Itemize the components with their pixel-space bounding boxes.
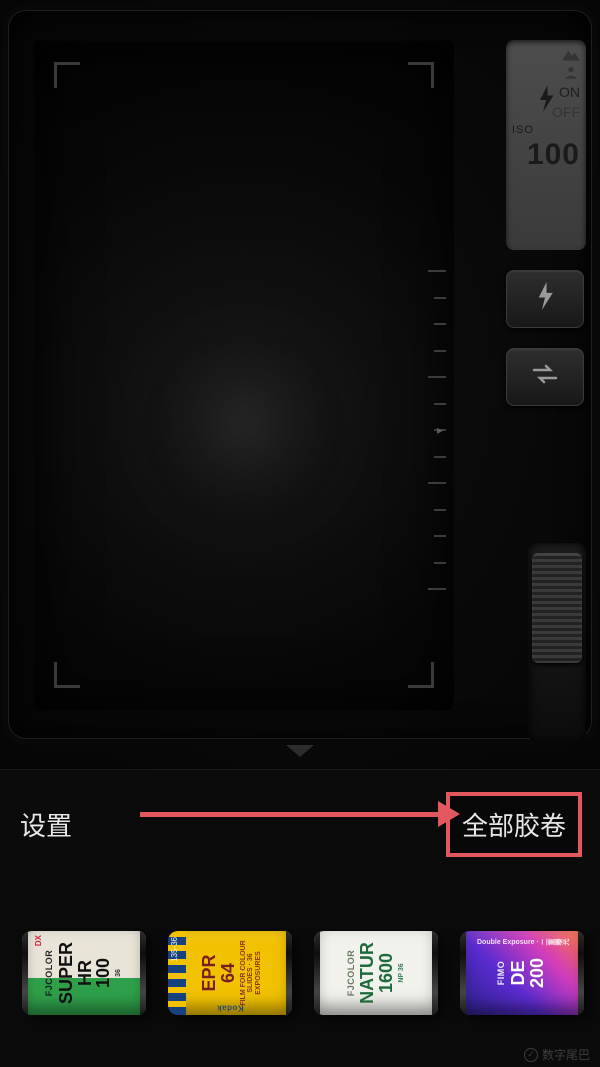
settings-button[interactable]: 设置 [20,806,72,843]
frame-corner-tl [54,62,80,88]
check-circle-icon: ✓ [524,1048,538,1062]
lcd-iso-value: 100 [512,140,580,170]
shutter-button[interactable] [532,553,582,663]
ruler-indicator-icon: ▸ [437,423,443,437]
lens-reflection [144,329,344,529]
all-films-button[interactable]: 全部胶卷 [446,792,582,857]
viewfinder[interactable]: ▸ [34,40,454,710]
film-canister-natur-1600[interactable]: FJCOLOR NATUR 1600 NP 36 [310,911,442,1035]
film-brand: FIMO [497,961,506,986]
film-sub: NP 36 [398,963,405,982]
lcd-panel: ON OFF ISO 100 [506,40,586,250]
film-canister-de-200[interactable]: FIMO DE 200 Double Exposure · 二重曝光 [456,911,588,1035]
focus-ruler: ▸ [426,270,446,590]
swap-icon [532,363,558,391]
film-brand: FJCOLOR [45,950,54,997]
person-icon [562,66,580,80]
film-canister-super-hr-100[interactable]: DX FJCOLOR SUPER HR 100 36 [18,911,150,1035]
lcd-flash-off-label: OFF [552,104,580,120]
film-name: EPR [200,955,219,992]
film-sub: Double Exposure · 二重曝光 [477,939,569,946]
film-iso: 200 [528,958,547,988]
annotation-arrow [140,806,460,822]
watermark-text: 数字尾巴 [542,1046,590,1063]
switch-camera-button[interactable] [506,348,584,406]
flash-button[interactable] [506,270,584,328]
lcd-iso-label: ISO [512,124,580,136]
camera-app-screen: ▸ ON [0,0,600,1067]
film-canister-epr-64[interactable]: 135-36 Kodak EPR 64 FILM FOR COLOUR SLID… [164,911,296,1035]
film-selection-panel: 设置 全部胶卷 DX FJCOLOR SUPER HR 100 36 [0,770,600,1067]
film-name: SUPER HR [57,935,95,1011]
film-iso: 100 [94,958,113,988]
lcd-scene-row [512,48,580,62]
film-strip[interactable]: DX FJCOLOR SUPER HR 100 36 135-36 Kodak [0,893,600,1053]
mountain-icon [562,48,580,62]
film-iso: 64 [219,963,238,983]
chevron-down-icon[interactable] [286,745,314,757]
film-name: NATUR [358,942,377,1004]
camera-body: ▸ ON [0,0,600,770]
frame-corner-tr [408,62,434,88]
lcd-flash-on-row: ON [512,84,580,100]
lcd-flash-off-row: OFF [512,104,580,120]
lcd-portrait-row [512,66,580,80]
watermark: ✓ 数字尾巴 [524,1046,590,1063]
film-name: DE [509,961,528,986]
flash-icon [537,85,555,99]
shutter-track [528,543,586,743]
film-brand: FJCOLOR [347,950,356,997]
film-sub: FILM FOR COLOUR SLIDES · 36 EXPOSURES [240,935,262,1011]
frame-corner-bl [54,662,80,688]
film-iso: 1600 [377,953,396,993]
lcd-flash-on-label: ON [559,84,580,100]
flash-icon [534,282,556,317]
frame-corner-br [408,662,434,688]
film-sub: 36 [115,969,122,977]
